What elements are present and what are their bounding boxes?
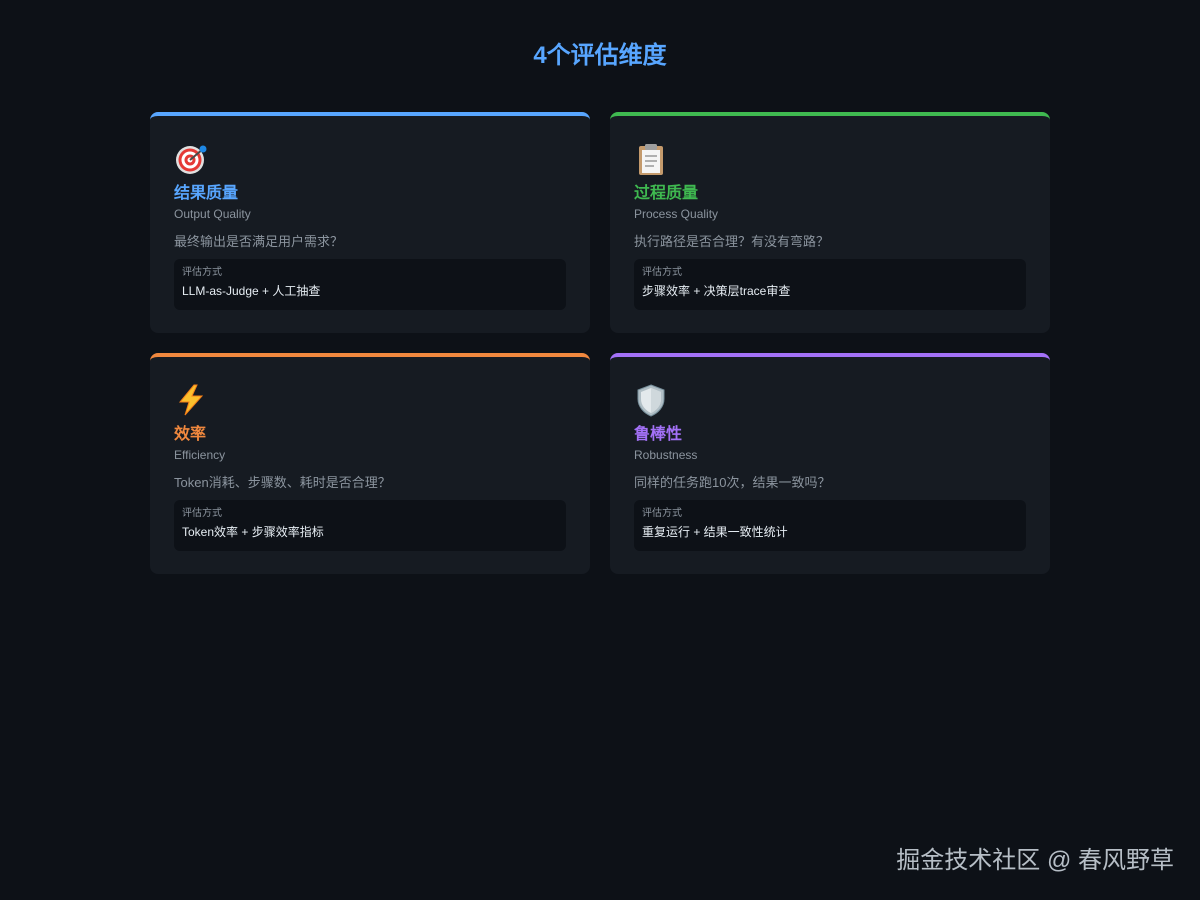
- shield-icon: [634, 383, 668, 417]
- method-value: 步骤效率 + 决策层trace审查: [642, 284, 791, 298]
- card-robustness: 鲁棒性 Robustness 同样的任务跑10次，结果一致吗？ 评估方式 重复运…: [610, 353, 1050, 574]
- method-value: Token效率 + 步骤效率指标: [182, 525, 324, 539]
- card-subtitle: Efficiency: [174, 448, 226, 462]
- target-icon: [174, 142, 208, 176]
- card-question: 最终输出是否满足用户需求？: [174, 234, 344, 249]
- card-question: 同样的任务跑10次，结果一致吗？: [634, 475, 831, 490]
- method-value: 重复运行 + 结果一致性统计: [642, 525, 788, 539]
- card-question: Token消耗、步骤数、耗时是否合理？: [174, 475, 391, 490]
- method-box: 评估方式 重复运行 + 结果一致性统计: [634, 500, 1026, 551]
- method-box: 评估方式 Token效率 + 步骤效率指标: [174, 500, 566, 551]
- method-label: 评估方式: [182, 508, 222, 519]
- method-label: 评估方式: [642, 267, 682, 278]
- method-value: LLM-as-Judge + 人工抽查: [182, 284, 321, 298]
- card-subtitle: Robustness: [634, 448, 698, 462]
- card-question: 执行路径是否合理？有没有弯路？: [634, 234, 830, 249]
- clipboard-icon: [634, 142, 668, 176]
- card-output-quality: 结果质量 Output Quality 最终输出是否满足用户需求？ 评估方式 L…: [150, 112, 590, 333]
- card-title: 过程质量: [634, 185, 699, 202]
- watermark: 掘金技术社区 @ 春风野草: [896, 847, 1174, 874]
- card-subtitle: Output Quality: [174, 207, 251, 221]
- card-efficiency: 效率 Efficiency Token消耗、步骤数、耗时是否合理？ 评估方式 T…: [150, 353, 590, 574]
- card-title: 鲁棒性: [634, 426, 683, 443]
- dimension-grid: 结果质量 Output Quality 最终输出是否满足用户需求？ 评估方式 L…: [150, 112, 1050, 574]
- method-box: 评估方式 LLM-as-Judge + 人工抽查: [174, 259, 566, 310]
- card-process-quality: 过程质量 Process Quality 执行路径是否合理？有没有弯路？ 评估方…: [610, 112, 1050, 333]
- card-subtitle: Process Quality: [634, 207, 719, 221]
- page-title: 4个评估维度: [533, 42, 667, 69]
- method-label: 评估方式: [182, 267, 222, 278]
- page: 4个评估维度 结果质量 Output Quality 最终输出是否满足用户需求？…: [0, 0, 1200, 900]
- method-box: 评估方式 步骤效率 + 决策层trace审查: [634, 259, 1026, 310]
- lightning-icon: [174, 383, 208, 417]
- card-title: 结果质量: [174, 185, 239, 202]
- card-title: 效率: [174, 426, 207, 443]
- method-label: 评估方式: [642, 508, 682, 519]
